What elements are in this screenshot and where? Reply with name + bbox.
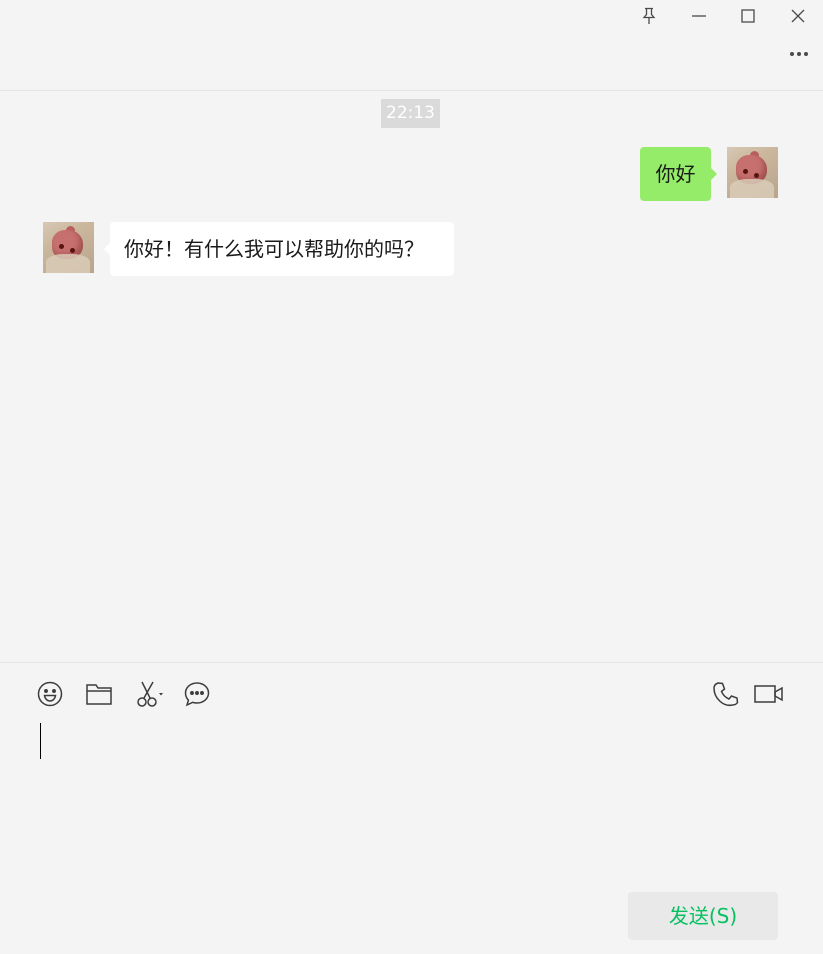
more-dot [797,52,801,56]
pin-icon[interactable] [637,4,661,28]
folder-icon[interactable] [84,679,114,709]
chat-window: 22:13 你好 你好！有什么我可以帮助你的吗？ 发送(S) [0,0,823,954]
my-avatar[interactable] [727,147,778,198]
text-caret [40,723,41,759]
message-bubble-received[interactable]: 你好！有什么我可以帮助你的吗？ [104,222,454,276]
maximize-icon[interactable] [736,4,760,28]
avatar-eye [59,244,64,249]
close-icon[interactable] [786,4,810,28]
screenshot-icon[interactable] [133,679,167,709]
avatar-hand [46,254,90,273]
avatar-eye [743,169,748,174]
avatar-eye [70,248,75,253]
minimize-icon[interactable] [687,4,711,28]
more-dot [790,52,794,56]
avatar-eye [754,173,759,178]
message-timestamp: 22:13 [381,99,440,128]
input-divider [0,662,823,663]
contact-avatar[interactable] [43,222,94,273]
avatar-hand [730,179,774,198]
emoji-icon[interactable] [35,679,65,709]
message-input[interactable] [30,718,790,878]
voice-call-icon[interactable] [711,679,741,709]
send-button[interactable]: 发送(S) [628,892,778,940]
more-dot [804,52,808,56]
more-icon[interactable] [785,44,813,64]
video-call-icon[interactable] [753,679,785,709]
message-bubble-sent[interactable]: 你好 [640,147,717,201]
header-divider [0,90,823,91]
chat-history-icon[interactable] [182,679,212,709]
